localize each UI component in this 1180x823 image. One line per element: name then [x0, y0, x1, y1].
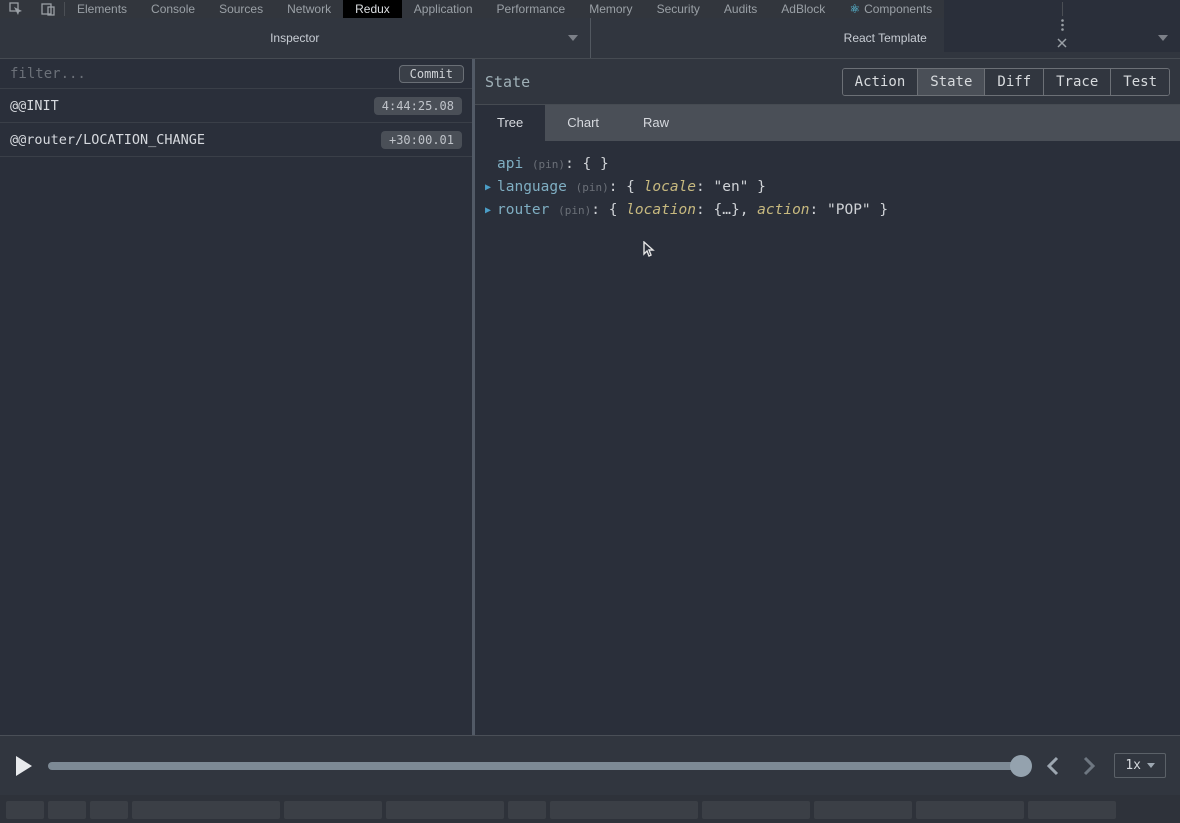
toolbar-stub[interactable] [508, 801, 546, 819]
tab-security[interactable]: Security [645, 0, 712, 18]
tab-adblock[interactable]: AdBlock [769, 0, 837, 18]
toolbar-stub[interactable] [550, 801, 698, 819]
pin-label[interactable]: (pin) [558, 199, 591, 222]
subtab-raw[interactable]: Raw [621, 105, 691, 141]
toolbar-stub[interactable] [48, 801, 86, 819]
tab-elements[interactable]: Elements [65, 0, 139, 18]
tree-node-language[interactable]: ▶ language (pin) : { locale : "en" } [485, 176, 1170, 199]
playback-speed-select[interactable]: 1x [1114, 753, 1166, 778]
seg-action[interactable]: Action [843, 69, 919, 95]
action-filter-input[interactable] [0, 59, 399, 88]
action-time: 4:44:25.08 [374, 97, 462, 115]
tab-sources[interactable]: Sources [207, 0, 275, 18]
inspector-dropdown[interactable]: Inspector [0, 18, 591, 58]
action-name: @@router/LOCATION_CHANGE [10, 132, 205, 148]
playback-speed-value: 1x [1125, 758, 1141, 773]
expand-icon[interactable]: ▶ [485, 199, 497, 222]
tree-node-api[interactable]: api (pin) : { } [485, 153, 1170, 176]
seg-state[interactable]: State [918, 69, 985, 95]
tree-key: language [497, 176, 567, 199]
panel-title: State [485, 73, 530, 91]
tab-console[interactable]: Console [139, 0, 207, 18]
toolbar-stub[interactable] [284, 801, 382, 819]
tree-prop: locale [644, 176, 696, 199]
toolbar-stub[interactable] [814, 801, 912, 819]
instance-dropdown[interactable]: React Template [591, 18, 1180, 58]
action-name: @@INIT [10, 98, 59, 114]
play-button[interactable] [14, 755, 34, 777]
seg-trace[interactable]: Trace [1044, 69, 1111, 95]
tree-value: { } [583, 153, 609, 176]
tab-network[interactable]: Network [275, 0, 343, 18]
seg-diff[interactable]: Diff [985, 69, 1044, 95]
toolbar-stub[interactable] [132, 801, 280, 819]
chevron-down-icon [1158, 35, 1168, 41]
instance-label: React Template [844, 31, 927, 45]
toolbar-stub[interactable] [1028, 801, 1116, 819]
tab-redux[interactable]: Redux [343, 0, 402, 18]
chevron-down-icon [1147, 763, 1155, 768]
subtab-tree[interactable]: Tree [475, 105, 545, 141]
tree-value: {…} [713, 199, 739, 222]
separator [1062, 2, 1063, 16]
tree-node-router[interactable]: ▶ router (pin) : { location : {…} , acti… [485, 199, 1170, 222]
bottom-toolbar [0, 795, 1180, 823]
toolbar-stub[interactable] [386, 801, 504, 819]
action-row[interactable]: @@INIT 4:44:25.08 [0, 89, 472, 123]
action-row[interactable]: @@router/LOCATION_CHANGE +30:00.01 [0, 123, 472, 157]
toolbar-stub[interactable] [6, 801, 44, 819]
tree-key: api [497, 153, 523, 176]
state-tree: api (pin) : { } ▶ language (pin) : { loc… [475, 141, 1180, 735]
inspector-label: Inspector [270, 31, 319, 45]
view-mode-segments: Action State Diff Trace Test [842, 68, 1170, 96]
tree-prop: location [626, 199, 696, 222]
subtab-chart[interactable]: Chart [545, 105, 621, 141]
tree-value: "en" [713, 176, 748, 199]
tab-performance[interactable]: Performance [485, 0, 578, 18]
react-icon: ⚛ [849, 2, 860, 16]
tab-audits[interactable]: Audits [712, 0, 769, 18]
timeline-slider[interactable] [48, 762, 1028, 770]
tree-key: router [497, 199, 549, 222]
device-toggle-icon[interactable] [32, 0, 64, 18]
tree-value: "POP" [827, 199, 871, 222]
seg-test[interactable]: Test [1111, 69, 1169, 95]
toolbar-stub[interactable] [702, 801, 810, 819]
step-back-button[interactable] [1042, 756, 1064, 776]
commit-button[interactable]: Commit [399, 65, 464, 83]
tab-application[interactable]: Application [402, 0, 485, 18]
cursor-icon [643, 241, 655, 257]
tab-components[interactable]: ⚛ Components [837, 0, 944, 18]
step-forward-button[interactable] [1078, 756, 1100, 776]
timeline-thumb[interactable] [1010, 755, 1032, 777]
pin-label[interactable]: (pin) [576, 176, 609, 199]
tab-memory[interactable]: Memory [577, 0, 644, 18]
action-time: +30:00.01 [381, 131, 462, 149]
expand-icon[interactable]: ▶ [485, 176, 497, 199]
toolbar-stub[interactable] [90, 801, 128, 819]
inspect-element-icon[interactable] [0, 0, 32, 18]
tab-components-label: Components [864, 2, 932, 16]
chevron-down-icon [568, 35, 578, 41]
toolbar-stub[interactable] [916, 801, 1024, 819]
tree-prop: action [757, 199, 809, 222]
pin-label[interactable]: (pin) [532, 153, 565, 176]
